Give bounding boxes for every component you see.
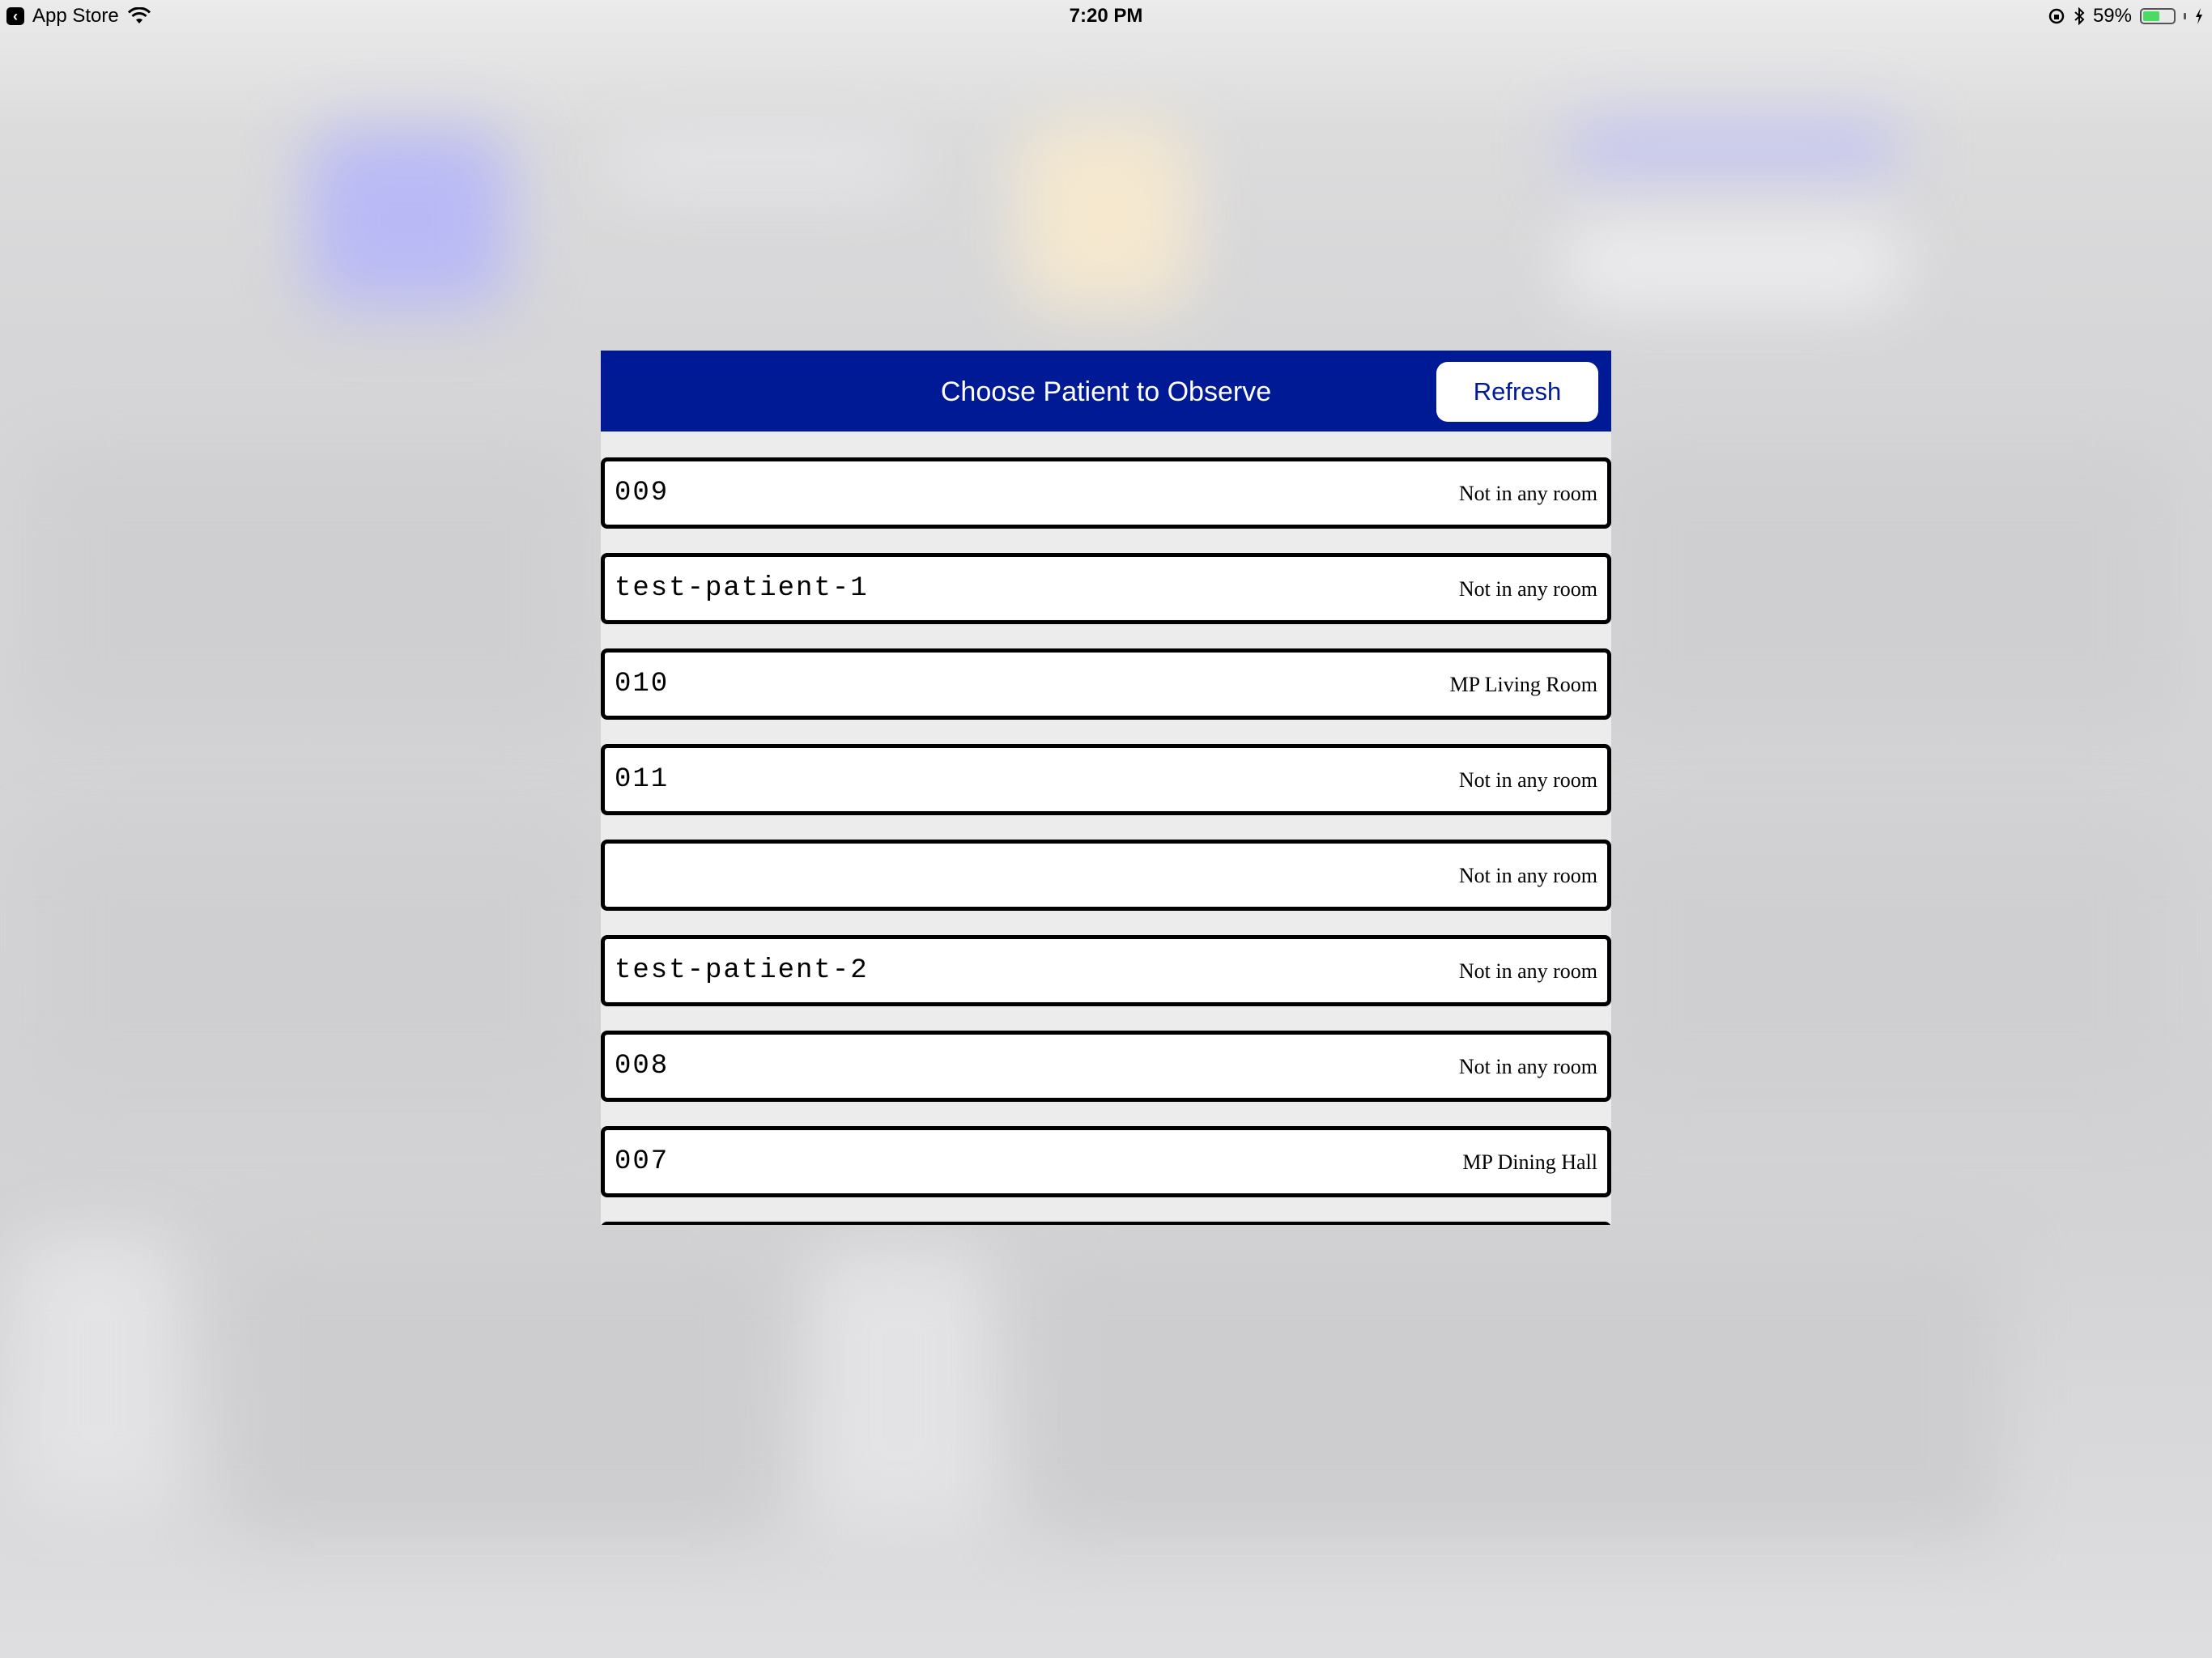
patient-picker-modal: Choose Patient to Observe Refresh 009 No… <box>601 351 1611 1225</box>
patient-row[interactable]: Not in any room <box>601 840 1611 911</box>
blurred-orange-block <box>1020 121 1190 308</box>
blurred-blue-block <box>308 130 510 308</box>
patient-id: test-patient-2 <box>615 955 869 986</box>
patient-room: MP Dining Hall <box>1462 1150 1597 1174</box>
blurred-card <box>16 1239 178 1506</box>
blurred-card <box>1603 826 2170 1101</box>
patient-id: 009 <box>615 478 670 508</box>
battery-icon <box>2140 8 2176 24</box>
orientation-lock-icon <box>2048 8 2065 24</box>
patient-row[interactable]: test-patient-1 Not in any room <box>601 553 1611 624</box>
patient-row-partial[interactable] <box>601 1222 1611 1225</box>
blurred-white-field <box>1563 219 1903 308</box>
patient-row[interactable]: 008 Not in any room <box>601 1031 1611 1102</box>
modal-header: Choose Patient to Observe Refresh <box>601 351 1611 432</box>
status-right: 59% <box>2048 5 2204 28</box>
patient-row[interactable]: 009 Not in any room <box>601 457 1611 529</box>
battery-percent: 59% <box>2092 5 2132 27</box>
patient-id: 008 <box>615 1051 670 1082</box>
patient-room: Not in any room <box>1458 1055 1597 1078</box>
patient-room: Not in any room <box>1458 482 1597 505</box>
patient-room: Not in any room <box>1458 577 1597 601</box>
blurred-card <box>810 1255 988 1522</box>
patient-id: 007 <box>615 1146 670 1177</box>
blurred-card <box>1603 453 2170 729</box>
patient-room: MP Living Room <box>1449 673 1597 696</box>
blurred-card <box>227 1247 777 1538</box>
status-bar: ‹ App Store 7:20 PM 59% <box>0 0 2212 32</box>
battery-tip <box>2184 13 2186 19</box>
bluetooth-icon <box>2074 7 2085 25</box>
blurred-white-block <box>615 138 907 186</box>
battery-fill <box>2143 11 2159 21</box>
blurred-blue-bar <box>1563 121 1903 178</box>
patient-row[interactable]: 007 MP Dining Hall <box>601 1126 1611 1197</box>
status-time: 7:20 PM <box>1069 5 1143 27</box>
patient-room: Not in any room <box>1458 959 1597 983</box>
refresh-button[interactable]: Refresh <box>1436 362 1598 422</box>
patient-room: Not in any room <box>1458 864 1597 887</box>
patient-id: 010 <box>615 669 670 699</box>
blurred-card <box>32 453 583 729</box>
patient-list[interactable]: 009 Not in any room test-patient-1 Not i… <box>601 432 1611 1225</box>
patient-row[interactable]: 010 MP Living Room <box>601 648 1611 720</box>
blurred-card <box>1028 1247 2000 1538</box>
blurred-card <box>32 826 583 1101</box>
patient-room: Not in any room <box>1458 768 1597 792</box>
patient-id: test-patient-1 <box>615 573 869 604</box>
patient-row[interactable]: 011 Not in any room <box>601 744 1611 815</box>
patient-row[interactable]: test-patient-2 Not in any room <box>601 935 1611 1006</box>
charging-bolt-icon <box>2196 8 2202 24</box>
patient-id: 011 <box>615 764 670 795</box>
